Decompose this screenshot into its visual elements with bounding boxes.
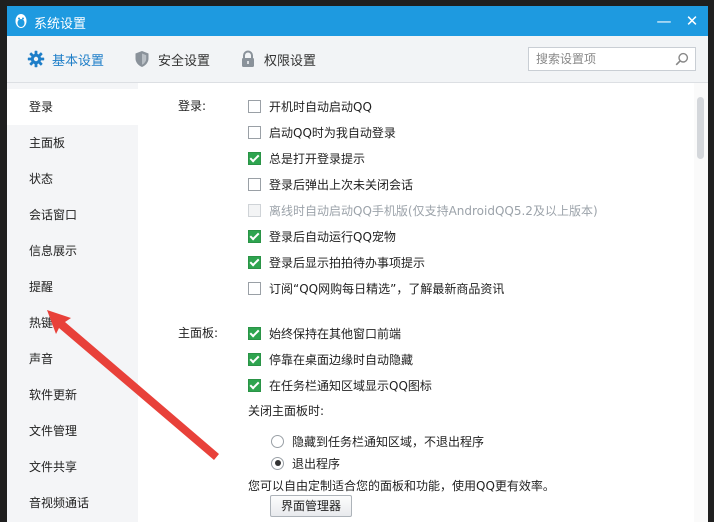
checkbox[interactable] (248, 125, 261, 139)
interface-manager-button[interactable]: 界面管理器 (270, 495, 353, 517)
gear-icon (27, 50, 45, 68)
option-login-prompt[interactable]: 总是打开登录提示 (248, 149, 365, 167)
radio-exit-program[interactable]: 退出程序 (271, 454, 340, 472)
watermark-text: Bai度经验 (582, 464, 680, 488)
login-section-label: 登录: (178, 99, 207, 113)
checkbox-checked[interactable] (248, 352, 261, 366)
option-autostart-on-boot[interactable]: 开机时自动启动QQ (248, 97, 372, 115)
option-qq-pet[interactable]: 登录后自动运行QQ宠物 (248, 227, 396, 245)
radio-button[interactable] (271, 434, 284, 448)
tab-basic-settings[interactable]: 基本设置 (27, 36, 104, 82)
option-always-on-top[interactable]: 始终保持在其他窗口前端 (248, 324, 401, 342)
sidebar-item-reminder[interactable]: 提醒 (7, 269, 138, 305)
sidebar: 登录 主面板 状态 会话窗口 信息展示 提醒 热键 声音 软件更新 文件管理 文… (7, 83, 138, 522)
qq-penguin-icon (15, 14, 27, 28)
shield-icon (135, 51, 149, 67)
customize-note: 您可以自由定制适合您的面板和功能，使用QQ更有效率。 (248, 479, 555, 493)
sidebar-item-software-update[interactable]: 软件更新 (7, 377, 138, 413)
sidebar-item-status[interactable]: 状态 (7, 161, 138, 197)
sidebar-item-file-management[interactable]: 文件管理 (7, 413, 138, 449)
sidebar-item-login[interactable]: 登录 (7, 89, 138, 125)
scrollbar-thumb[interactable] (697, 97, 704, 159)
watermark-url: jingyan.baidu.com (560, 491, 653, 502)
sidebar-item-sound[interactable]: 声音 (7, 341, 138, 377)
panel-section-label: 主面板: (178, 326, 219, 340)
radio-button-selected[interactable] (271, 456, 284, 470)
window-title: 系统设置 (34, 17, 87, 32)
close-button[interactable]: ✕ (681, 11, 703, 31)
checkbox[interactable] (248, 177, 261, 191)
tab-label: 基本设置 (52, 53, 105, 69)
checkbox[interactable] (248, 281, 261, 295)
search-input[interactable] (529, 48, 676, 70)
tab-label: 权限设置 (264, 53, 317, 69)
settings-content: 登录: 开机时自动启动QQ 启动QQ时为我自动登录 总是打开登录提示 登录后弹出… (138, 83, 694, 522)
tab-label: 安全设置 (158, 53, 211, 69)
tab-security-settings[interactable]: 安全设置 (133, 36, 210, 82)
option-offline-mobile: 离线时自动启动QQ手机版(仅支持AndroidQQ5.2及以上版本) (248, 201, 598, 219)
checkbox-checked[interactable] (248, 378, 261, 392)
checkbox-disabled (248, 203, 261, 217)
sidebar-item-av-call[interactable]: 音视频通话 (7, 485, 138, 521)
checkbox-checked[interactable] (248, 229, 261, 243)
radio-hide-to-tray[interactable]: 隐藏到任务栏通知区域，不退出程序 (271, 432, 484, 450)
option-restore-sessions[interactable]: 登录后弹出上次未关闭会话 (248, 175, 413, 193)
checkbox[interactable] (248, 99, 261, 113)
scrollbar[interactable] (694, 83, 708, 522)
close-panel-label: 关闭主面板时: (248, 404, 325, 418)
sidebar-item-chat-window[interactable]: 会话窗口 (7, 197, 138, 233)
tab-permission-settings[interactable]: 权限设置 (239, 36, 316, 82)
sidebar-item-info-display[interactable]: 信息展示 (7, 233, 138, 269)
option-auto-hide-edge[interactable]: 停靠在桌面边缘时自动隐藏 (248, 350, 413, 368)
search-box (528, 47, 696, 71)
sidebar-item-file-sharing[interactable]: 文件共享 (7, 449, 138, 485)
lock-icon (242, 50, 254, 67)
sidebar-item-hotkey[interactable]: 热键 (7, 305, 138, 341)
checkbox-checked[interactable] (248, 255, 261, 269)
checkbox-checked[interactable] (248, 151, 261, 165)
checkbox-checked[interactable] (248, 326, 261, 340)
option-tray-icon[interactable]: 在任务栏通知区域显示QQ图标 (248, 376, 432, 394)
sidebar-item-main-panel[interactable]: 主面板 (7, 125, 138, 161)
settings-window: 系统设置 — ✕ 基本设置 安全设置 权限设置 搜索设置项 登录 主面板 状态 … (7, 6, 708, 522)
title-bar: 系统设置 — ✕ (7, 6, 708, 36)
option-auto-login[interactable]: 启动QQ时为我自动登录 (248, 123, 396, 141)
option-subscribe-daily[interactable]: 订阅“QQ网购每日精选”，了解最新商品资讯 (248, 279, 504, 297)
search-icon[interactable] (675, 52, 689, 66)
option-paipai-todo[interactable]: 登录后显示拍拍待办事项提示 (248, 253, 425, 271)
minimize-button[interactable]: — (653, 11, 675, 31)
